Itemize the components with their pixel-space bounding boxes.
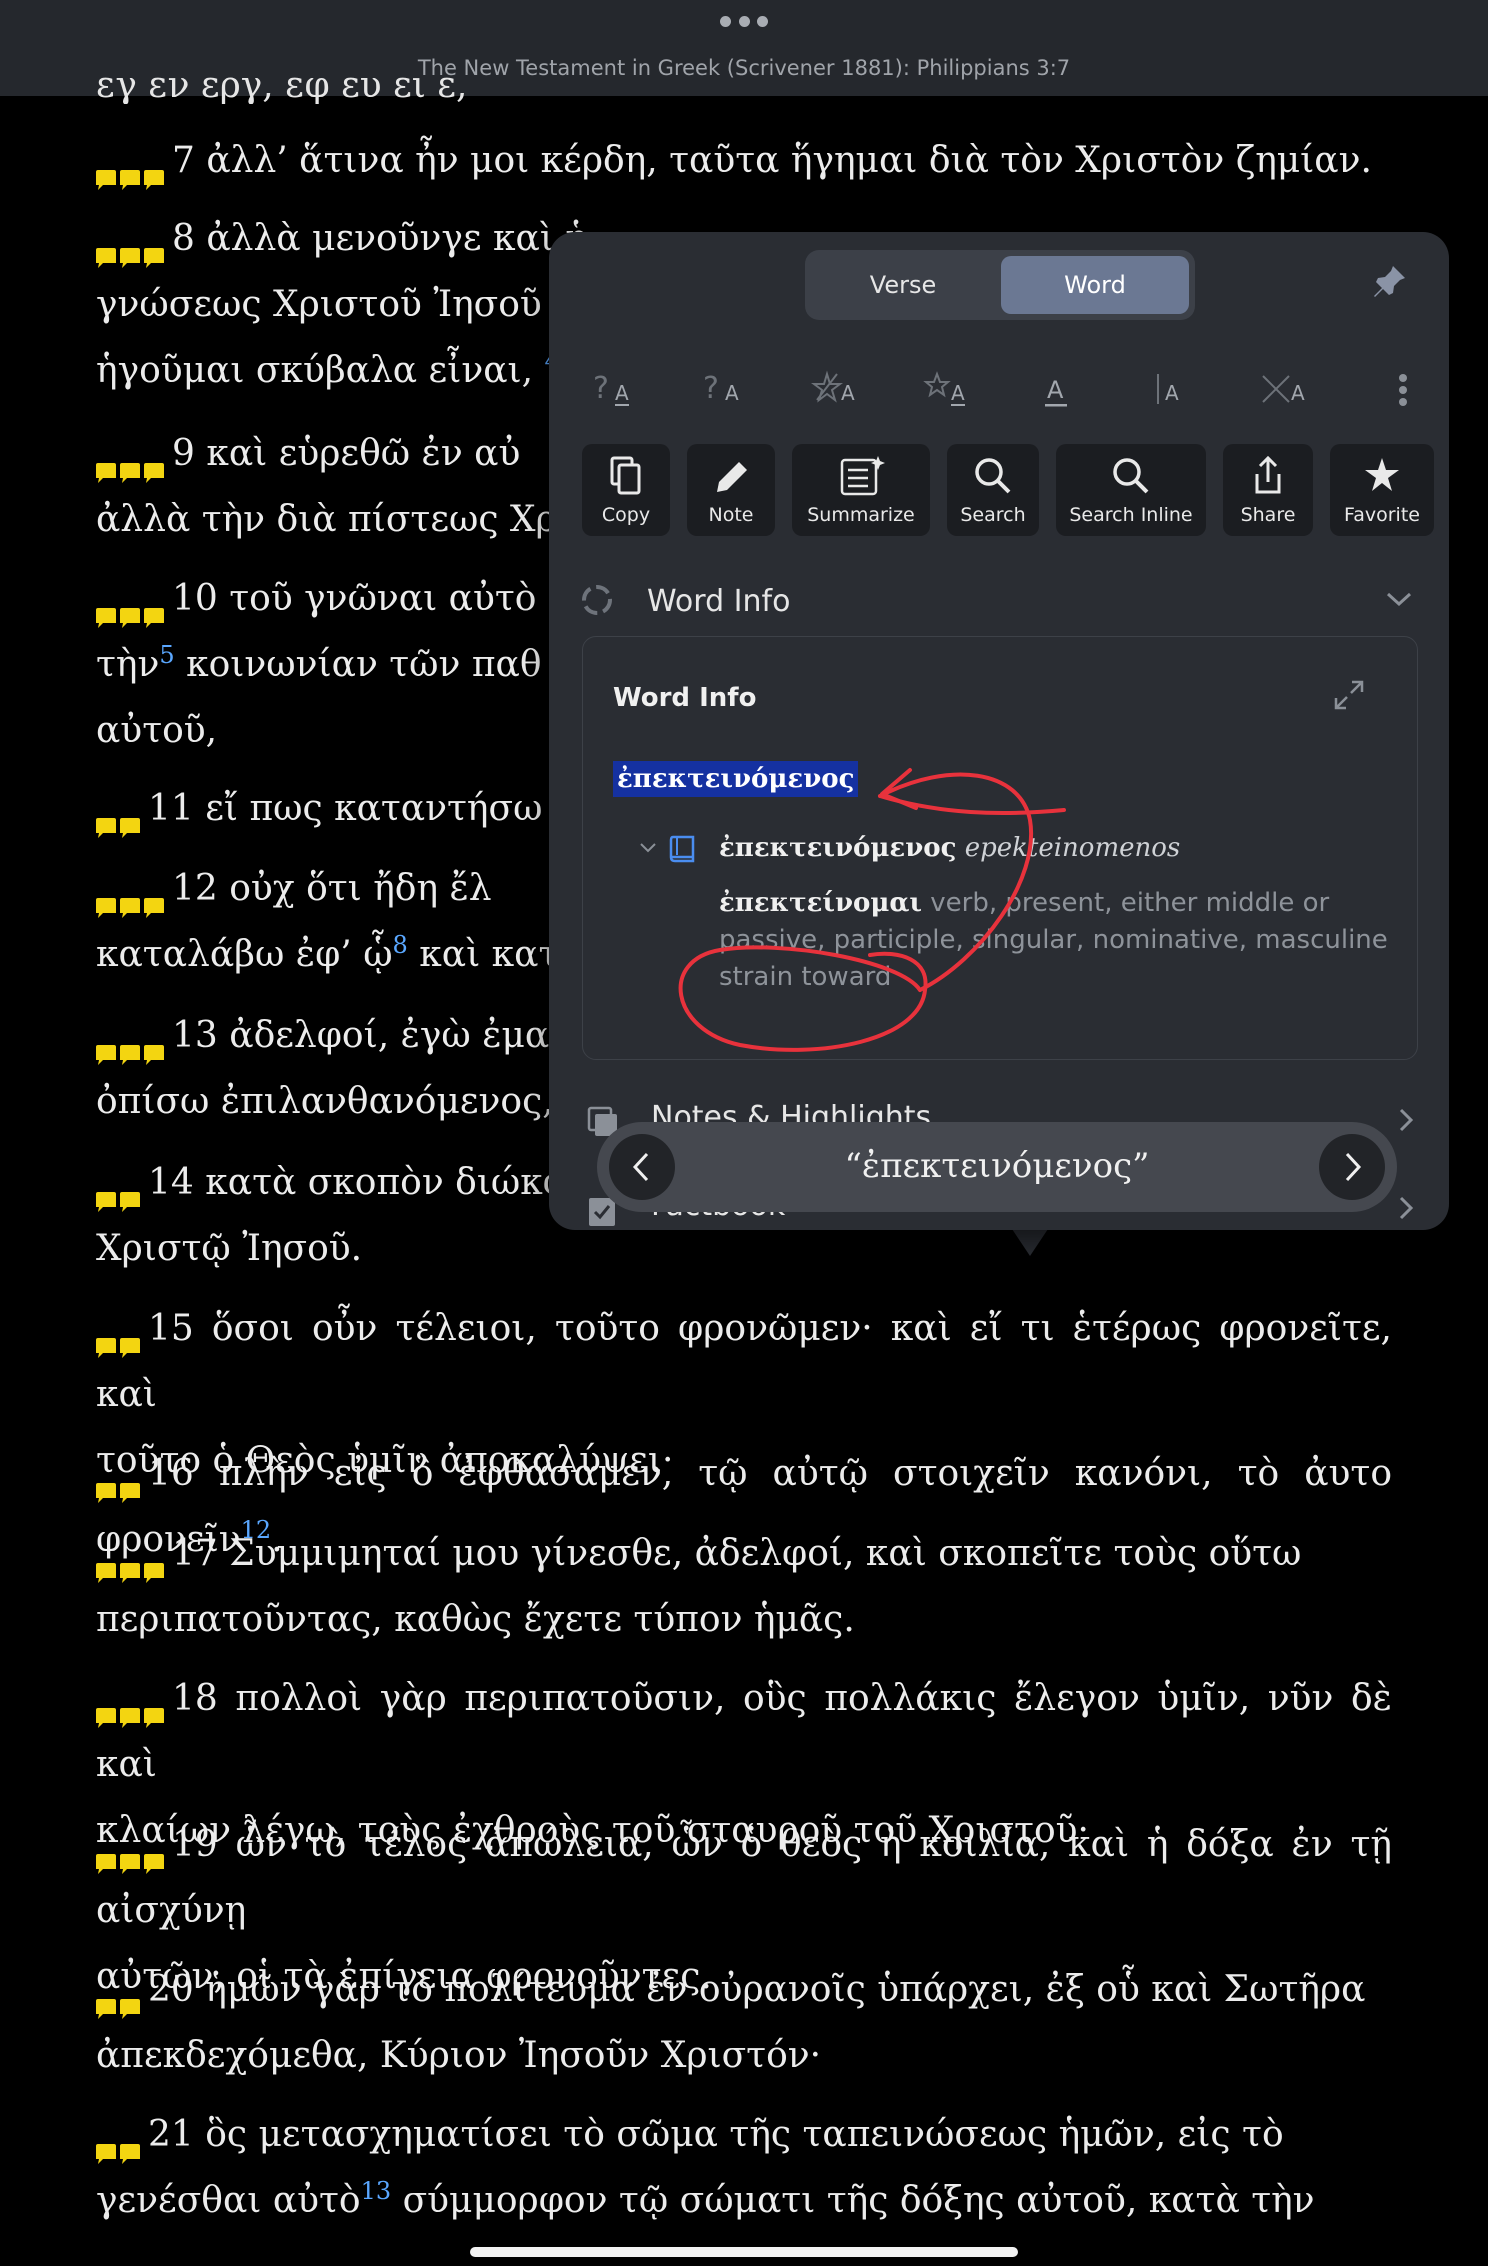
svg-text:A: A <box>615 381 629 405</box>
tab-verse[interactable]: Verse <box>811 256 995 314</box>
verse-20[interactable]: 20 ἡμῶν γὰρ τὸ πολίτευμα ἐν οὐρανοῖς ὑπά… <box>96 1957 1392 2089</box>
home-indicator[interactable] <box>470 2247 1018 2257</box>
highlight-markers <box>96 224 168 268</box>
word-info-card: Word Info ἐπεκτεινόμενος ἐπεκτεινόμενος … <box>582 636 1418 1060</box>
copy-icon <box>582 454 670 498</box>
svg-text:?: ? <box>593 371 609 406</box>
svg-text:A: A <box>1165 381 1179 405</box>
favorite-button[interactable]: Favorite <box>1330 444 1434 536</box>
lemma-entry[interactable]: ἐπεκτείνομαι verb, present, either middl… <box>719 885 1389 996</box>
underline-icon[interactable]: A <box>1035 360 1095 416</box>
pin-icon[interactable] <box>1369 262 1409 302</box>
verse-word-toggle: Verse Word <box>805 250 1195 320</box>
search-icon <box>947 454 1039 498</box>
highlight-markers <box>96 1314 144 1358</box>
word-info-section-header[interactable]: Word Info <box>579 570 1419 630</box>
chevron-down-icon <box>1385 590 1413 608</box>
loading-spinner-icon <box>579 582 615 618</box>
highlight-markers <box>96 439 168 483</box>
search-inline-button[interactable]: Search Inline <box>1056 444 1206 536</box>
word-form-entry[interactable]: ἐπεκτεινόμενος epekteinomenos <box>719 833 1180 863</box>
tab-word[interactable]: Word <box>1001 256 1189 314</box>
footnote-marker[interactable]: 8 <box>393 931 408 959</box>
clipped-previous-line: ἐγ ἐν εργ, ἐφ ευ εἰ ε, <box>96 76 468 104</box>
search-button[interactable]: Search <box>947 444 1039 536</box>
lexicon-book-icon <box>667 833 699 865</box>
svg-text:A: A <box>1047 376 1064 404</box>
share-button[interactable]: Share <box>1223 444 1313 536</box>
chevron-right-icon <box>1397 1106 1415 1134</box>
popover-arrow <box>1010 1226 1050 1256</box>
highlight-markers <box>96 794 144 838</box>
highlight-markers <box>96 1539 168 1583</box>
svg-text:A: A <box>841 381 855 405</box>
footnote-marker[interactable]: 5 <box>159 641 174 669</box>
current-word-query: “ἐπεκτεινόμενος” <box>844 1146 1150 1186</box>
format-toolbar: ? A ? A A A A A A <box>589 360 1429 416</box>
highlight-markers <box>96 1168 144 1212</box>
word-navigation-bar: “ἐπεκτεινόμενος” <box>597 1122 1397 1212</box>
clear-format-icon[interactable]: A <box>1259 360 1319 416</box>
note-button[interactable]: Note <box>687 444 775 536</box>
highlight-markers <box>96 1684 168 1728</box>
question-highlight-icon[interactable]: ? A <box>699 360 759 416</box>
svg-text:A: A <box>951 381 965 405</box>
star-icon <box>1330 454 1434 498</box>
svg-text:?: ? <box>703 371 719 406</box>
copy-button[interactable]: Copy <box>582 444 670 536</box>
share-icon <box>1223 454 1313 498</box>
chevron-right-icon <box>1345 1152 1362 1182</box>
star-strike-icon[interactable]: A <box>811 360 871 416</box>
next-word-button[interactable] <box>1319 1134 1385 1200</box>
question-underline-icon[interactable]: ? A <box>589 360 649 416</box>
more-options-icon[interactable] <box>1397 370 1409 410</box>
word-popover: Verse Word ? A ? A A A A A A Copy Note S… <box>549 232 1449 1230</box>
chevron-down-icon[interactable] <box>639 841 657 855</box>
svg-text:A: A <box>725 381 739 405</box>
lemma: ἐπεκτείνομαι <box>719 888 923 918</box>
verse-17[interactable]: 17 Συμμιμηταί μου γίνεσθε, ἀδελφοί, καὶ … <box>96 1521 1392 1653</box>
svg-text:A: A <box>1291 381 1305 405</box>
highlight-markers <box>96 1021 168 1065</box>
summarize-button[interactable]: Summarize <box>792 444 930 536</box>
gloss: strain toward <box>719 962 892 992</box>
highlight-markers <box>96 1975 144 2019</box>
highlight-markers <box>96 1830 168 1874</box>
list-sparkle-icon <box>792 454 930 498</box>
star-underline-icon[interactable]: A <box>923 360 983 416</box>
expand-icon[interactable] <box>1331 677 1367 713</box>
highlight-markers <box>96 2120 144 2164</box>
highlight-markers <box>96 584 168 628</box>
verse-21[interactable]: 21 ὃς μετασχηματίσει τὸ σῶμα τῆς ταπεινώ… <box>96 2102 1392 2234</box>
selected-word[interactable]: ἐπεκτεινόμενος <box>613 761 859 797</box>
highlight-markers <box>96 874 168 918</box>
more-dots-icon[interactable] <box>720 16 768 32</box>
pencil-icon <box>687 454 775 498</box>
verse-7[interactable]: 7 ἀλλ’ ἅτινα ἦν μοι κέρδη, ταῦτα ἥγημαι … <box>96 128 1392 194</box>
bar-text-icon[interactable]: A <box>1147 360 1207 416</box>
action-row: Copy Note Summarize Search Search Inline… <box>582 444 1449 540</box>
highlight-markers <box>96 146 168 190</box>
highlight-markers <box>96 1459 144 1503</box>
footnote-marker[interactable]: 13 <box>361 2177 392 2205</box>
search-icon <box>1056 454 1206 498</box>
chevron-right-icon <box>1397 1194 1415 1222</box>
